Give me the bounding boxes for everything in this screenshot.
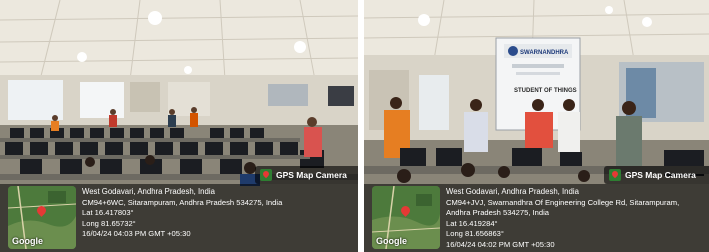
map-brand-label: Google bbox=[12, 236, 43, 246]
screen-caption-text: STUDENT OF THINGS bbox=[514, 88, 577, 94]
geotag-longitude: Long 81.656863° bbox=[446, 229, 504, 238]
map-brand-label: Google bbox=[376, 236, 407, 246]
gps-map-camera-badge: GPS Map Camera bbox=[604, 166, 709, 184]
photo-right: SWARNANDHRA STUDENT OF THINGS GPS Map Ca… bbox=[364, 0, 709, 252]
gps-badge-label: GPS Map Camera bbox=[276, 170, 347, 180]
geotag-address: CM94+6WC, Sitarampuram, Andhra Pradesh 5… bbox=[82, 197, 283, 207]
geotag-overlay: Google West Godavari, Andhra Pradesh, In… bbox=[0, 184, 358, 252]
geotag-longitude: Long 81.65732° bbox=[82, 218, 136, 228]
gps-badge-label: GPS Map Camera bbox=[625, 170, 696, 180]
gps-map-camera-icon bbox=[609, 169, 621, 181]
gps-map-camera-icon bbox=[260, 169, 272, 181]
geotag-datetime: 16/04/24 04:02 PM GMT +05:30 bbox=[446, 239, 555, 249]
map-thumbnail: Google bbox=[8, 186, 76, 249]
geotag-info: West Godavari, Andhra Pradesh, India CM9… bbox=[446, 187, 705, 250]
geotag-datetime: 16/04/24 04:03 PM GMT +05:30 bbox=[82, 229, 191, 238]
map-thumbnail: Google bbox=[372, 186, 440, 249]
geotag-latitude: Lat 16.417803° bbox=[82, 208, 134, 217]
gps-map-camera-badge: GPS Map Camera bbox=[255, 166, 358, 184]
geotag-latitude: Lat 16.419284° bbox=[446, 218, 498, 228]
geotag-location: West Godavari, Andhra Pradesh, India bbox=[446, 187, 579, 196]
photo-left: GPS Map Camera Google West Godavari, And… bbox=[0, 0, 358, 252]
geotag-location: West Godavari, Andhra Pradesh, India bbox=[82, 187, 215, 196]
geotag-info: West Godavari, Andhra Pradesh, India CM9… bbox=[82, 187, 354, 240]
geotag-overlay: Google West Godavari, Andhra Pradesh, In… bbox=[364, 184, 709, 252]
geotag-address: CM94+JVJ, Swarnandhra Of Engineering Col… bbox=[446, 197, 680, 218]
screen-brand-text: SWARNANDHRA bbox=[520, 50, 569, 56]
